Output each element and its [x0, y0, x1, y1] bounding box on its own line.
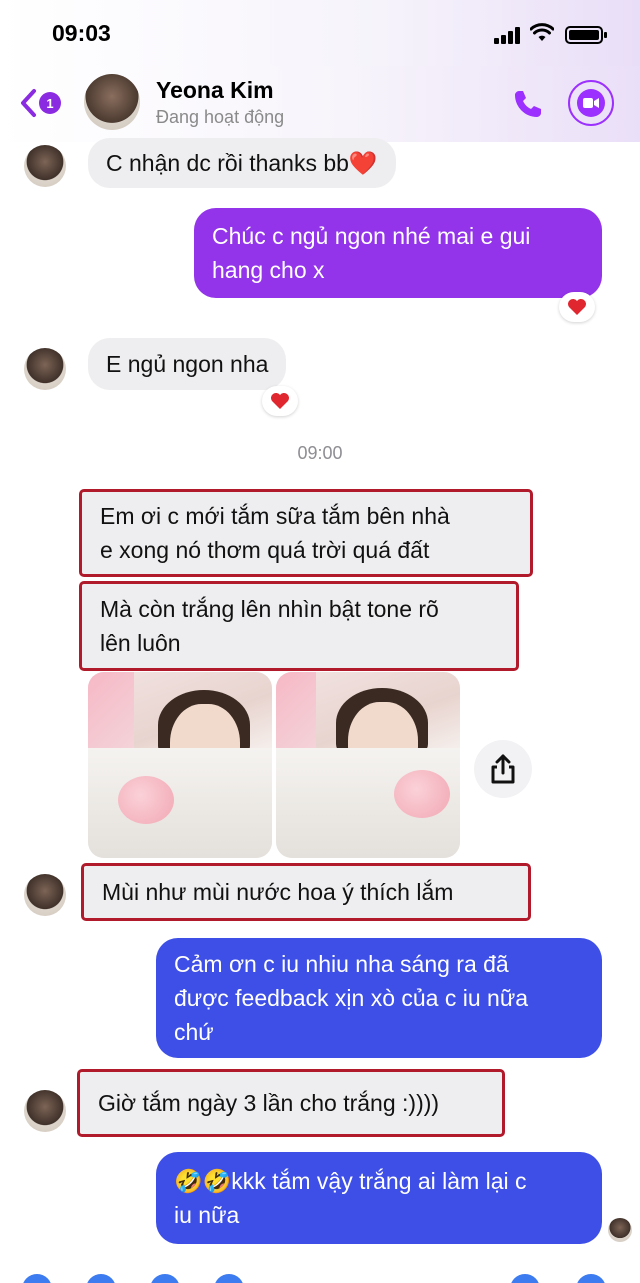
message-bubble-incoming-highlighted[interactable]: Mà còn trắng lên nhìn bật tone rõ lên lu… — [79, 581, 519, 671]
chevron-left-icon — [21, 89, 36, 117]
back-button[interactable]: 1 — [18, 86, 61, 120]
heart-icon — [271, 393, 289, 409]
cellular-signal-icon — [494, 26, 524, 44]
sender-avatar[interactable] — [24, 145, 66, 187]
message-bubble-incoming-highlighted[interactable]: Giờ tắm ngày 3 lần cho trắng :)))) — [77, 1069, 505, 1137]
contact-status: Đang hoạt động — [156, 107, 285, 127]
contact-avatar[interactable] — [84, 74, 140, 130]
message-bubble-incoming[interactable]: C nhận dc rồi thanks bb❤️ — [88, 138, 396, 188]
menu-icon[interactable] — [22, 1274, 52, 1283]
share-icon — [491, 754, 515, 784]
photo-attachment[interactable] — [88, 672, 272, 858]
status-time: 09:03 — [52, 20, 111, 46]
seen-avatar — [608, 1218, 632, 1242]
sender-avatar[interactable] — [24, 348, 66, 390]
chat-header: 1 Yeona Kim Đang hoạt động — [0, 66, 640, 142]
reaction-badge[interactable] — [559, 292, 595, 322]
photo-attachment[interactable] — [276, 672, 460, 858]
message-bubble-outgoing[interactable]: Cảm ơn c iu nhiu nha sáng ra đã được fee… — [156, 938, 602, 1058]
wifi-icon — [530, 23, 554, 41]
message-line: Chúc c ngủ ngon nhé mai e gui — [212, 223, 531, 249]
message-line: 🤣🤣kkk tắm vậy trắng ai làm lại c — [174, 1168, 527, 1194]
photo-icon[interactable] — [150, 1274, 180, 1283]
phone-call-icon[interactable] — [510, 86, 546, 122]
message-text: Giờ tắm ngày 3 lần cho trắng :)))) — [98, 1090, 440, 1116]
message-bubble-outgoing[interactable]: 🤣🤣kkk tắm vậy trắng ai làm lại c iu nữa — [156, 1152, 602, 1244]
contact-name[interactable]: Yeona Kim — [156, 77, 274, 104]
like-icon[interactable] — [576, 1274, 606, 1283]
message-line: hang cho x — [212, 257, 325, 283]
message-bubble-incoming-highlighted[interactable]: Em ơi c mới tắm sữa tắm bên nhà e xong n… — [79, 489, 533, 577]
message-timestamp: 09:00 — [297, 443, 343, 463]
video-call-button[interactable] — [568, 80, 614, 126]
message-bubble-incoming[interactable]: E ngủ ngon nha — [88, 338, 287, 390]
unread-count-badge: 1 — [39, 92, 61, 114]
microphone-icon[interactable] — [214, 1274, 244, 1283]
emoji-icon[interactable] — [510, 1274, 540, 1283]
heart-icon — [568, 299, 586, 315]
reaction-badge[interactable] — [262, 386, 298, 416]
battery-icon — [565, 26, 607, 44]
message-line: Cảm ơn c iu nhiu nha sáng ra đã — [174, 951, 509, 977]
message-bubble-incoming-highlighted[interactable]: Mùi như mùi nước hoa ý thích lắm — [81, 863, 531, 921]
message-line: iu nữa — [174, 1202, 240, 1228]
message-line: Em ơi c mới tắm sữa tắm bên nhà — [100, 503, 450, 529]
message-text: Mùi như mùi nước hoa ý thích lắm — [102, 879, 454, 905]
message-text: C nhận dc rồi thanks bb❤️ — [106, 150, 378, 176]
share-button[interactable] — [474, 740, 532, 798]
message-line: chứ — [174, 1019, 214, 1045]
sender-avatar[interactable] — [24, 1090, 66, 1132]
message-composer — [0, 1268, 640, 1283]
camera-icon[interactable] — [86, 1274, 116, 1283]
video-camera-icon — [577, 89, 605, 117]
message-line: Mà còn trắng lên nhìn bật tone rõ — [100, 596, 439, 622]
status-bar: 09:03 — [0, 0, 640, 66]
message-line: lên luôn — [100, 630, 181, 656]
sender-avatar[interactable] — [24, 874, 66, 916]
message-line: được feedback xịn xò của c iu nữa — [174, 985, 529, 1011]
message-line: e xong nó thơm quá trời quá đất — [100, 537, 430, 563]
message-text: E ngủ ngon nha — [106, 351, 269, 377]
message-bubble-outgoing[interactable]: Chúc c ngủ ngon nhé mai e gui hang cho x — [194, 208, 602, 298]
